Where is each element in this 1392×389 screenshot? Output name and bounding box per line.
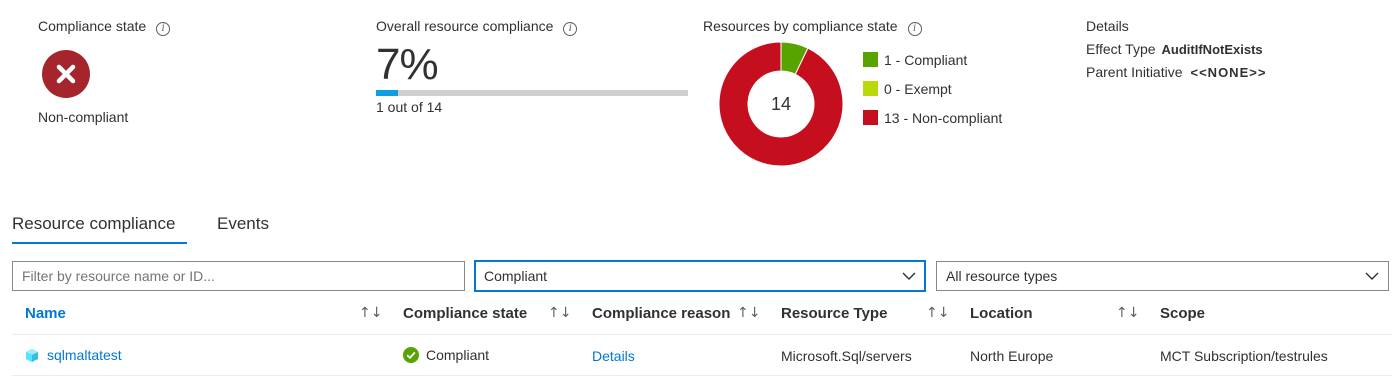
sort-icon[interactable]: ↑↓: [359, 305, 382, 321]
active-tab-indicator: [12, 242, 187, 244]
header-divider: [12, 334, 1392, 335]
info-icon[interactable]: i: [907, 22, 922, 36]
legend-swatch: [863, 110, 878, 125]
legend-item-non-compliant: 13 - Non-compliant: [863, 103, 1002, 132]
check-circle-icon: [403, 347, 419, 363]
resource-type-filter[interactable]: All resource types: [936, 261, 1389, 291]
compliance-state-value: Non-compliant: [38, 109, 129, 125]
compliance-state-title: Compliance state i: [38, 18, 171, 36]
legend-swatch: [863, 81, 878, 96]
sort-icon[interactable]: ↑↓: [1116, 305, 1139, 321]
column-header-location[interactable]: Location: [970, 305, 1033, 322]
compliance-progress-fill: [376, 90, 398, 96]
row-location: North Europe: [970, 348, 1054, 364]
row-resource-type: Microsoft.Sql/servers: [781, 348, 912, 364]
legend-item-compliant: 1 - Compliant: [863, 45, 1002, 74]
legend-item-exempt: 0 - Exempt: [863, 74, 1002, 103]
compliance-donut-chart: 14: [719, 42, 843, 166]
info-icon[interactable]: i: [156, 22, 171, 36]
legend-swatch: [863, 52, 878, 67]
column-header-compliance-reason[interactable]: Compliance reason: [592, 305, 730, 322]
table-row: sqlmaltatest: [25, 347, 122, 363]
sql-server-icon: [26, 348, 38, 362]
compliance-progress-bar: [376, 90, 688, 96]
column-header-resource-type[interactable]: Resource Type: [781, 305, 887, 322]
column-header-name[interactable]: Name: [25, 305, 66, 322]
details-title: Details: [1086, 18, 1129, 34]
info-icon[interactable]: i: [563, 22, 578, 36]
column-header-scope[interactable]: Scope: [1160, 305, 1205, 322]
parent-initiative-row: Parent Initiative <<NONE>>: [1086, 64, 1267, 80]
details-card: Details Effect Type AuditIfNotExists Pare…: [1086, 18, 1266, 80]
effect-type-row: Effect Type AuditIfNotExists: [1086, 41, 1263, 57]
donut-total: 14: [771, 94, 791, 114]
compliance-count: 1 out of 14: [376, 99, 443, 115]
compliance-reason-details-link[interactable]: Details: [592, 348, 635, 364]
compliance-state-card: Compliance state i Non-compliant: [38, 18, 171, 125]
chevron-down-icon: [902, 268, 916, 284]
chevron-down-icon: [1365, 268, 1379, 284]
resource-name-link[interactable]: sqlmaltatest: [47, 347, 122, 363]
error-circle-icon: [42, 50, 90, 98]
tab-events[interactable]: Events: [217, 214, 269, 234]
sort-icon[interactable]: ↑↓: [926, 305, 949, 321]
sort-icon[interactable]: ↑↓: [737, 305, 760, 321]
sort-icon[interactable]: ↑↓: [548, 305, 571, 321]
overall-compliance-card: Overall resource compliance i 7% 1 out of…: [376, 18, 688, 115]
resource-search-input[interactable]: [12, 261, 465, 291]
donut-legend: 1 - Compliant 0 - Exempt 13 - Non-compli…: [863, 45, 1002, 132]
row-compliance-state: Compliant: [403, 347, 489, 363]
tab-resource-compliance[interactable]: Resource compliance: [12, 214, 187, 244]
compliance-percent: 7%: [376, 40, 439, 89]
resources-by-state-title: Resources by compliance state i: [703, 18, 922, 36]
row-scope: MCT Subscription/testrules: [1160, 348, 1328, 364]
row-divider: [12, 375, 1392, 376]
column-header-compliance-state[interactable]: Compliance state: [403, 305, 527, 322]
compliance-state-filter[interactable]: Compliant: [474, 260, 926, 292]
overall-compliance-title: Overall resource compliance i: [376, 18, 688, 36]
